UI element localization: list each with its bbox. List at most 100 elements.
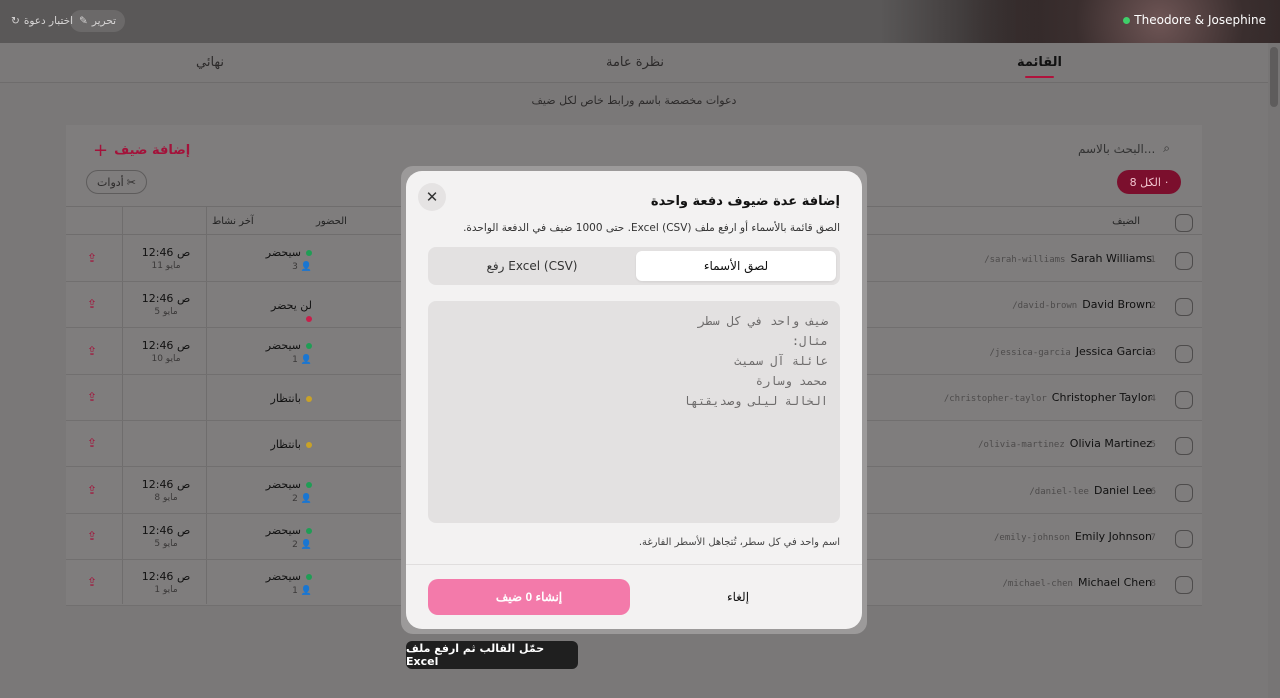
- add-guest-label: إضافة ضيف: [114, 143, 191, 158]
- row-checkbox[interactable]: [1175, 483, 1193, 502]
- guest-name-cell: /david-brown David Brown: [1012, 298, 1152, 311]
- tools-button[interactable]: أدوات ✂: [86, 170, 147, 194]
- attendance-cell: بانتظار: [264, 438, 312, 451]
- row-checkbox[interactable]: [1175, 298, 1193, 317]
- attendance-cell: سيحضر 2 👤: [264, 524, 312, 550]
- search-input[interactable]: البحث بالاسم...: [1078, 142, 1155, 156]
- scrollbar[interactable]: [1268, 43, 1280, 698]
- share-icon[interactable]: ⇪: [87, 436, 97, 450]
- person-icon: 👤: [300, 493, 312, 504]
- row-checkbox[interactable]: [1175, 576, 1193, 595]
- online-dot: [1123, 16, 1131, 24]
- guest-slug[interactable]: /christopher-taylor: [944, 394, 1047, 404]
- couple-name-text: Theodore & Josephine: [1134, 13, 1266, 27]
- tab-paste-names[interactable]: لصق الأسماء: [636, 251, 836, 281]
- last-activity-cell: 12:46 ص8 مايو: [136, 478, 196, 503]
- attendance-status: سيحضر: [265, 338, 301, 352]
- attendance-cell: سيحضر 2 👤: [264, 478, 312, 504]
- share-icon[interactable]: ⇪: [87, 297, 97, 311]
- filter-indicator-icon: ·: [1164, 175, 1169, 189]
- guest-count: 1 👤: [264, 355, 312, 365]
- modal-divider: [406, 564, 862, 565]
- share-icon[interactable]: ⇪: [87, 529, 97, 543]
- cancel-button[interactable]: إلغاء: [638, 579, 838, 615]
- attendance-cell: سيحضر 3 👤: [264, 246, 312, 272]
- guest-slug[interactable]: /david-brown: [1012, 301, 1077, 311]
- guest-count: 1 👤: [264, 586, 312, 596]
- last-activity-date: 5 مايو: [154, 538, 178, 549]
- row-checkbox[interactable]: [1175, 344, 1193, 363]
- last-activity-cell: 12:46 ص 10 مايو: [136, 339, 196, 364]
- guest-name-cell: /olivia-martinez Olivia Martinez: [978, 437, 1152, 450]
- share-icon[interactable]: ⇪: [87, 575, 97, 589]
- close-icon: ✕: [425, 188, 439, 206]
- last-activity-time: 12:46 ص: [141, 338, 191, 352]
- top-bar: Theodore & Josephine ✎ تحرير ↻ اختبار دع…: [0, 0, 1280, 43]
- row-checkbox[interactable]: [1175, 390, 1193, 409]
- header-attendance: الحضور: [316, 216, 347, 227]
- status-dot: [306, 395, 312, 402]
- guest-count-value: 1: [292, 586, 298, 597]
- filter-all-label: الكل 8: [1129, 175, 1161, 189]
- names-textarea[interactable]: [428, 301, 840, 523]
- modal-hint: اسم واحد في كل سطر، تُتجاهل الأسطر الفار…: [638, 537, 840, 548]
- status-dot: [306, 574, 312, 581]
- guest-slug[interactable]: /daniel-lee: [1029, 487, 1089, 497]
- guest-slug[interactable]: /michael-chen: [1003, 579, 1073, 589]
- guest-count: 2 👤: [264, 494, 312, 504]
- tab-list[interactable]: القائمة: [1017, 55, 1062, 78]
- status-dot: [306, 316, 312, 323]
- scrollbar-thumb[interactable]: [1270, 47, 1278, 107]
- couple-name: Theodore & Josephine: [1123, 13, 1266, 27]
- row-checkbox[interactable]: [1175, 437, 1193, 456]
- guest-name: David Brown: [1082, 298, 1152, 312]
- last-activity-date: 5 مايو: [154, 307, 178, 318]
- guest-name: Christopher Taylor: [1051, 390, 1152, 404]
- share-icon[interactable]: ⇪: [87, 390, 97, 404]
- row-checkbox[interactable]: [1175, 252, 1193, 270]
- close-button[interactable]: ✕: [418, 183, 446, 211]
- guest-name-cell: /christopher-taylor Christopher Taylor: [944, 391, 1152, 404]
- bulk-add-modal: ✕ إضافة عدة ضيوف دفعة واحدة الصق قائمة ب…: [406, 171, 862, 629]
- attendance-cell: سيحضر 1 👤: [264, 339, 312, 365]
- last-activity-time: 12:46 ص: [141, 246, 191, 259]
- last-activity-date: 8 مايو: [154, 492, 178, 503]
- guest-slug[interactable]: /olivia-martinez: [978, 440, 1065, 450]
- share-icon[interactable]: ⇪: [87, 251, 97, 265]
- guest-name: Sarah Williams: [1070, 252, 1152, 265]
- tools-label: أدوات: [97, 175, 124, 189]
- guest-slug[interactable]: /emily-johnson: [994, 533, 1070, 543]
- refresh-icon: ↻: [11, 15, 20, 27]
- guest-slug[interactable]: /jessica-garcia: [990, 348, 1071, 358]
- guest-name: Jessica Garcia: [1075, 344, 1152, 358]
- input-mode-switch: لصق الأسماء رفع Excel (CSV): [428, 247, 840, 285]
- modal-title: إضافة عدة ضيوف دفعة واحدة: [650, 194, 840, 209]
- person-icon: 👤: [300, 539, 312, 550]
- test-invite-button[interactable]: ↻ اختبار دعوة: [2, 10, 82, 32]
- person-icon: 👤: [300, 262, 312, 272]
- select-all-checkbox[interactable]: [1175, 214, 1193, 232]
- share-icon[interactable]: ⇪: [87, 344, 97, 358]
- plus-icon: +: [93, 140, 109, 161]
- search-box[interactable]: البحث بالاسم... ⌕: [1078, 141, 1170, 156]
- status-dot: [306, 481, 312, 488]
- tab-final[interactable]: نهائي: [196, 55, 224, 70]
- share-icon[interactable]: ⇪: [87, 483, 97, 497]
- tab-overview[interactable]: نظرة عامة: [606, 55, 664, 70]
- last-activity-time: 12:46 ص: [141, 523, 191, 537]
- create-guests-button[interactable]: إنشاء 0 ضيف: [428, 579, 630, 615]
- attendance-cell: سيحضر 1 👤: [264, 570, 312, 596]
- status-dot: [306, 342, 312, 349]
- add-guest-button[interactable]: + إضافة ضيف: [93, 140, 190, 161]
- guest-count: 2 👤: [264, 540, 312, 550]
- guest-name-cell: /jessica-garcia Jessica Garcia: [990, 345, 1153, 358]
- status-dot: [306, 527, 312, 534]
- guest-slug[interactable]: /sarah-williams: [984, 255, 1065, 265]
- last-activity-cell: 12:46 ص1 مايو: [136, 570, 196, 595]
- tab-upload-excel[interactable]: رفع Excel (CSV): [432, 251, 632, 281]
- row-checkbox[interactable]: [1175, 529, 1193, 548]
- guest-name-cell: /emily-johnson Emily Johnson: [994, 530, 1152, 543]
- guest-count-value: 1: [292, 354, 298, 365]
- attendance-cell: لن يحضر: [264, 299, 312, 325]
- filter-all-chip[interactable]: الكل 8 ·: [1117, 170, 1181, 194]
